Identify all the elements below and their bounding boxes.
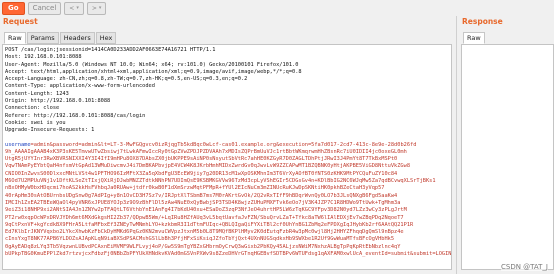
go-label: Go [8, 3, 19, 12]
header-line: Host: 192.168.0.101:8088 [5, 54, 82, 61]
cancel-button[interactable]: Cancel [27, 1, 62, 15]
body-line: nBxOHMyW0bxHDqcmi7hoAS2kkHsFVhbqJa0RUAw+… [3, 185, 451, 192]
header-line: Content-Length: 1243 [5, 90, 69, 97]
forward-button[interactable]: > ▾ [86, 1, 107, 15]
param-value: UtgR5jUYYInr3RwXBVRSNIXXI4Y3I4IfI9mHPu8O… [5, 156, 398, 163]
panel-divider[interactable] [456, 16, 457, 274]
tab-response-raw[interactable]: Raw [463, 32, 485, 44]
request-body: username=admin&password=admin&lt=LT-3-Mw… [3, 142, 451, 259]
header-line: Origin: http://192.168.0.101:8088 [5, 98, 111, 105]
header-line: Referer: http://192.168.0.101:8088/cas/l… [5, 112, 146, 119]
body-line: bUPkpTBG0KmuEPPlZkd7rtzvjcxFdbzFj0NBbZbP… [3, 251, 451, 258]
response-viewer[interactable] [461, 44, 554, 270]
back-button[interactable]: < ▾ [64, 1, 84, 15]
header-line: Accept-Language: zh-CN,zh;q=0.8,zh-TW;q=… [5, 76, 248, 83]
tab-raw[interactable]: Raw [4, 32, 26, 44]
param-value: 40rApHm30sAtOBUrnbsUDgSnw0g7AdPIg+y8n1Ov… [5, 192, 398, 199]
body-line: Ed7KlbIrJKNYVqxbo2LYkcXhwbKzFbCkDyHMKd6P… [3, 229, 451, 236]
param-value: Ed7KlbIrJKNYVqxbo2LYkcXhwbKzFbCkDyHMKd6P… [5, 229, 404, 236]
header-line: Content-Type: application/x-www-form-url… [5, 83, 155, 90]
param-value: 9qCtPxnVF+kgYcdkBX9FHrA5LtfaMFbxEf3ZNEyT… [5, 221, 414, 228]
header-line: Cookie: swei is you [5, 119, 66, 126]
body-line: 9eiZ3i18NHP9xi2ANtSIA4Jn1ZNYw2pTFAQtLT6V… [3, 207, 451, 214]
body-line: 0gAyEADq8zLYq3Tb5VqzwnLUBvdPCAxnEiMVMF9W… [3, 244, 451, 251]
param-value: 0gAyEADq8zLYq3Tb5VqzwnLUBvdPCAxnEiMVMF9W… [5, 243, 401, 250]
watermark: CSDN @TAT_J [500, 263, 548, 271]
response-title: Response [462, 17, 503, 26]
header-line: Connection: close [5, 105, 60, 112]
header-body-gap [3, 135, 451, 142]
chevron-down-icon: ▾ [98, 4, 102, 11]
body-line: CNIO0InZwvsS00DlxxcMNtLVSt4w1PFTHO96IzMF… [3, 171, 451, 178]
request-headers: POST /cas/login;jsessionid=1414CA0D233AD… [3, 45, 451, 135]
go-button[interactable]: Go [2, 1, 25, 15]
toolbar: Go Cancel < ▾ > ▾ [0, 0, 554, 16]
param-value: M6Od7U2MPUuVNj1v1DftKLSeZtTIxjQXiRjDJwbM… [5, 178, 436, 185]
body-line: username=admin&password=admin&lt=LT-3-Mw… [3, 142, 451, 149]
header-line: User-Agent: Mozilla/5.0 (Windows NT 10.0… [5, 61, 299, 68]
body-line: VqwTNAmPyEYbtQaH4nfsmVtGpAd13WMuDiwcmvJ4… [3, 163, 451, 170]
request-title: Request [3, 17, 38, 26]
body-line: M6Od7U2MPUuVNj1v1DftKLSeZtTIxjQXiRjDJwbM… [3, 178, 451, 185]
tab-hex[interactable]: Hex [95, 32, 117, 44]
param-value: bUPkpTBG0KmuEPPlZkd7rtzvjcxFdbzFj0NBbZbP… [5, 251, 451, 258]
request-tabs: Raw Params Headers Hex [4, 32, 117, 44]
param-value: CNIO0InZwvsS00DlxxcMNtLVSt4w1PFTHO96IzMF… [5, 170, 398, 177]
param-value: cInsYxgT8NK77APB6YLDOZsAJApKLqN9iaBXSdPS… [5, 236, 395, 243]
header-line: Accept: text/html,application/xhtml+xml,… [5, 68, 302, 75]
header-line: Upgrade-Insecure-Requests: 1 [5, 127, 95, 134]
param-value: VqwTNAmPyEYbtQaH4nfsmVtGpAd13WMuDiwcmvJ4… [5, 163, 411, 170]
forward-arrow-icon: > [91, 4, 97, 12]
request-editor[interactable]: POST /cas/login;jsessionid=1414CA0D233AD… [2, 44, 452, 270]
body-line: 40rApHm30sAtOBUrnbsUDgSnw0g7AdPIg+y8n1Ov… [3, 193, 451, 200]
tab-params[interactable]: Params [26, 32, 59, 44]
param-value: 9h_AAAAIgAAAB4xK3P3sKE5TmvwUTwZbsiwj7tLw… [5, 148, 407, 155]
body-line: UtgR5jUYYInr3RwXBVRSNIXXI4Y3I4IfI9mHPu8O… [3, 156, 451, 163]
body-line: PT2rw0xqpOcWPxDRVJYDh6mt6MXdGkgsHI2Zb37/… [3, 215, 451, 222]
back-arrow-icon: < [69, 4, 75, 12]
param-value: nBxOHMyW0bxHDqcmi7hoAS2kkHsFVhbqJa0RUAw+… [5, 185, 385, 192]
param-key: username [5, 141, 31, 148]
body-line: 9qCtPxnVF+kgYcdkBX9FHrA5LtfaMFbxEf3ZNEyT… [3, 222, 451, 229]
body-line: IMCIh1ZxEA2TBEeWQaOl4pyVNR6xJPUE8YOJp3z9… [3, 200, 451, 207]
tab-headers[interactable]: Headers [59, 32, 95, 44]
body-line: 9h_AAAAIgAAAB4xK3P3sKE5TmvwUTwZbsiwj7tLw… [3, 149, 451, 156]
chevron-down-icon: ▾ [76, 4, 79, 11]
param-value: IMCIh1ZxEA2TBEeWQaOl4pyVNR6xJPUE8YOJp3z9… [5, 199, 401, 206]
param-value: =admin&password=admin&lt=LT-3-MwFGQgvcv0… [30, 141, 417, 148]
response-tabs: Raw [463, 32, 485, 44]
body-line: cInsYxgT8NK77APB6YLDOZsAJApKLqN9iaBXSdPS… [3, 236, 451, 243]
param-value: PT2rw0xqpOcWPxDRVJYDh6mt6MXdGkgsHI2Zb37/… [5, 214, 404, 221]
header-line: POST /cas/login;jsessionid=1414CA0D233AD… [5, 47, 216, 53]
param-value: 9eiZ3i18NHP9xi2ANtSIA4Jn1ZNYw2pTFAQtLT6V… [5, 207, 407, 214]
cancel-label: Cancel [32, 3, 57, 12]
